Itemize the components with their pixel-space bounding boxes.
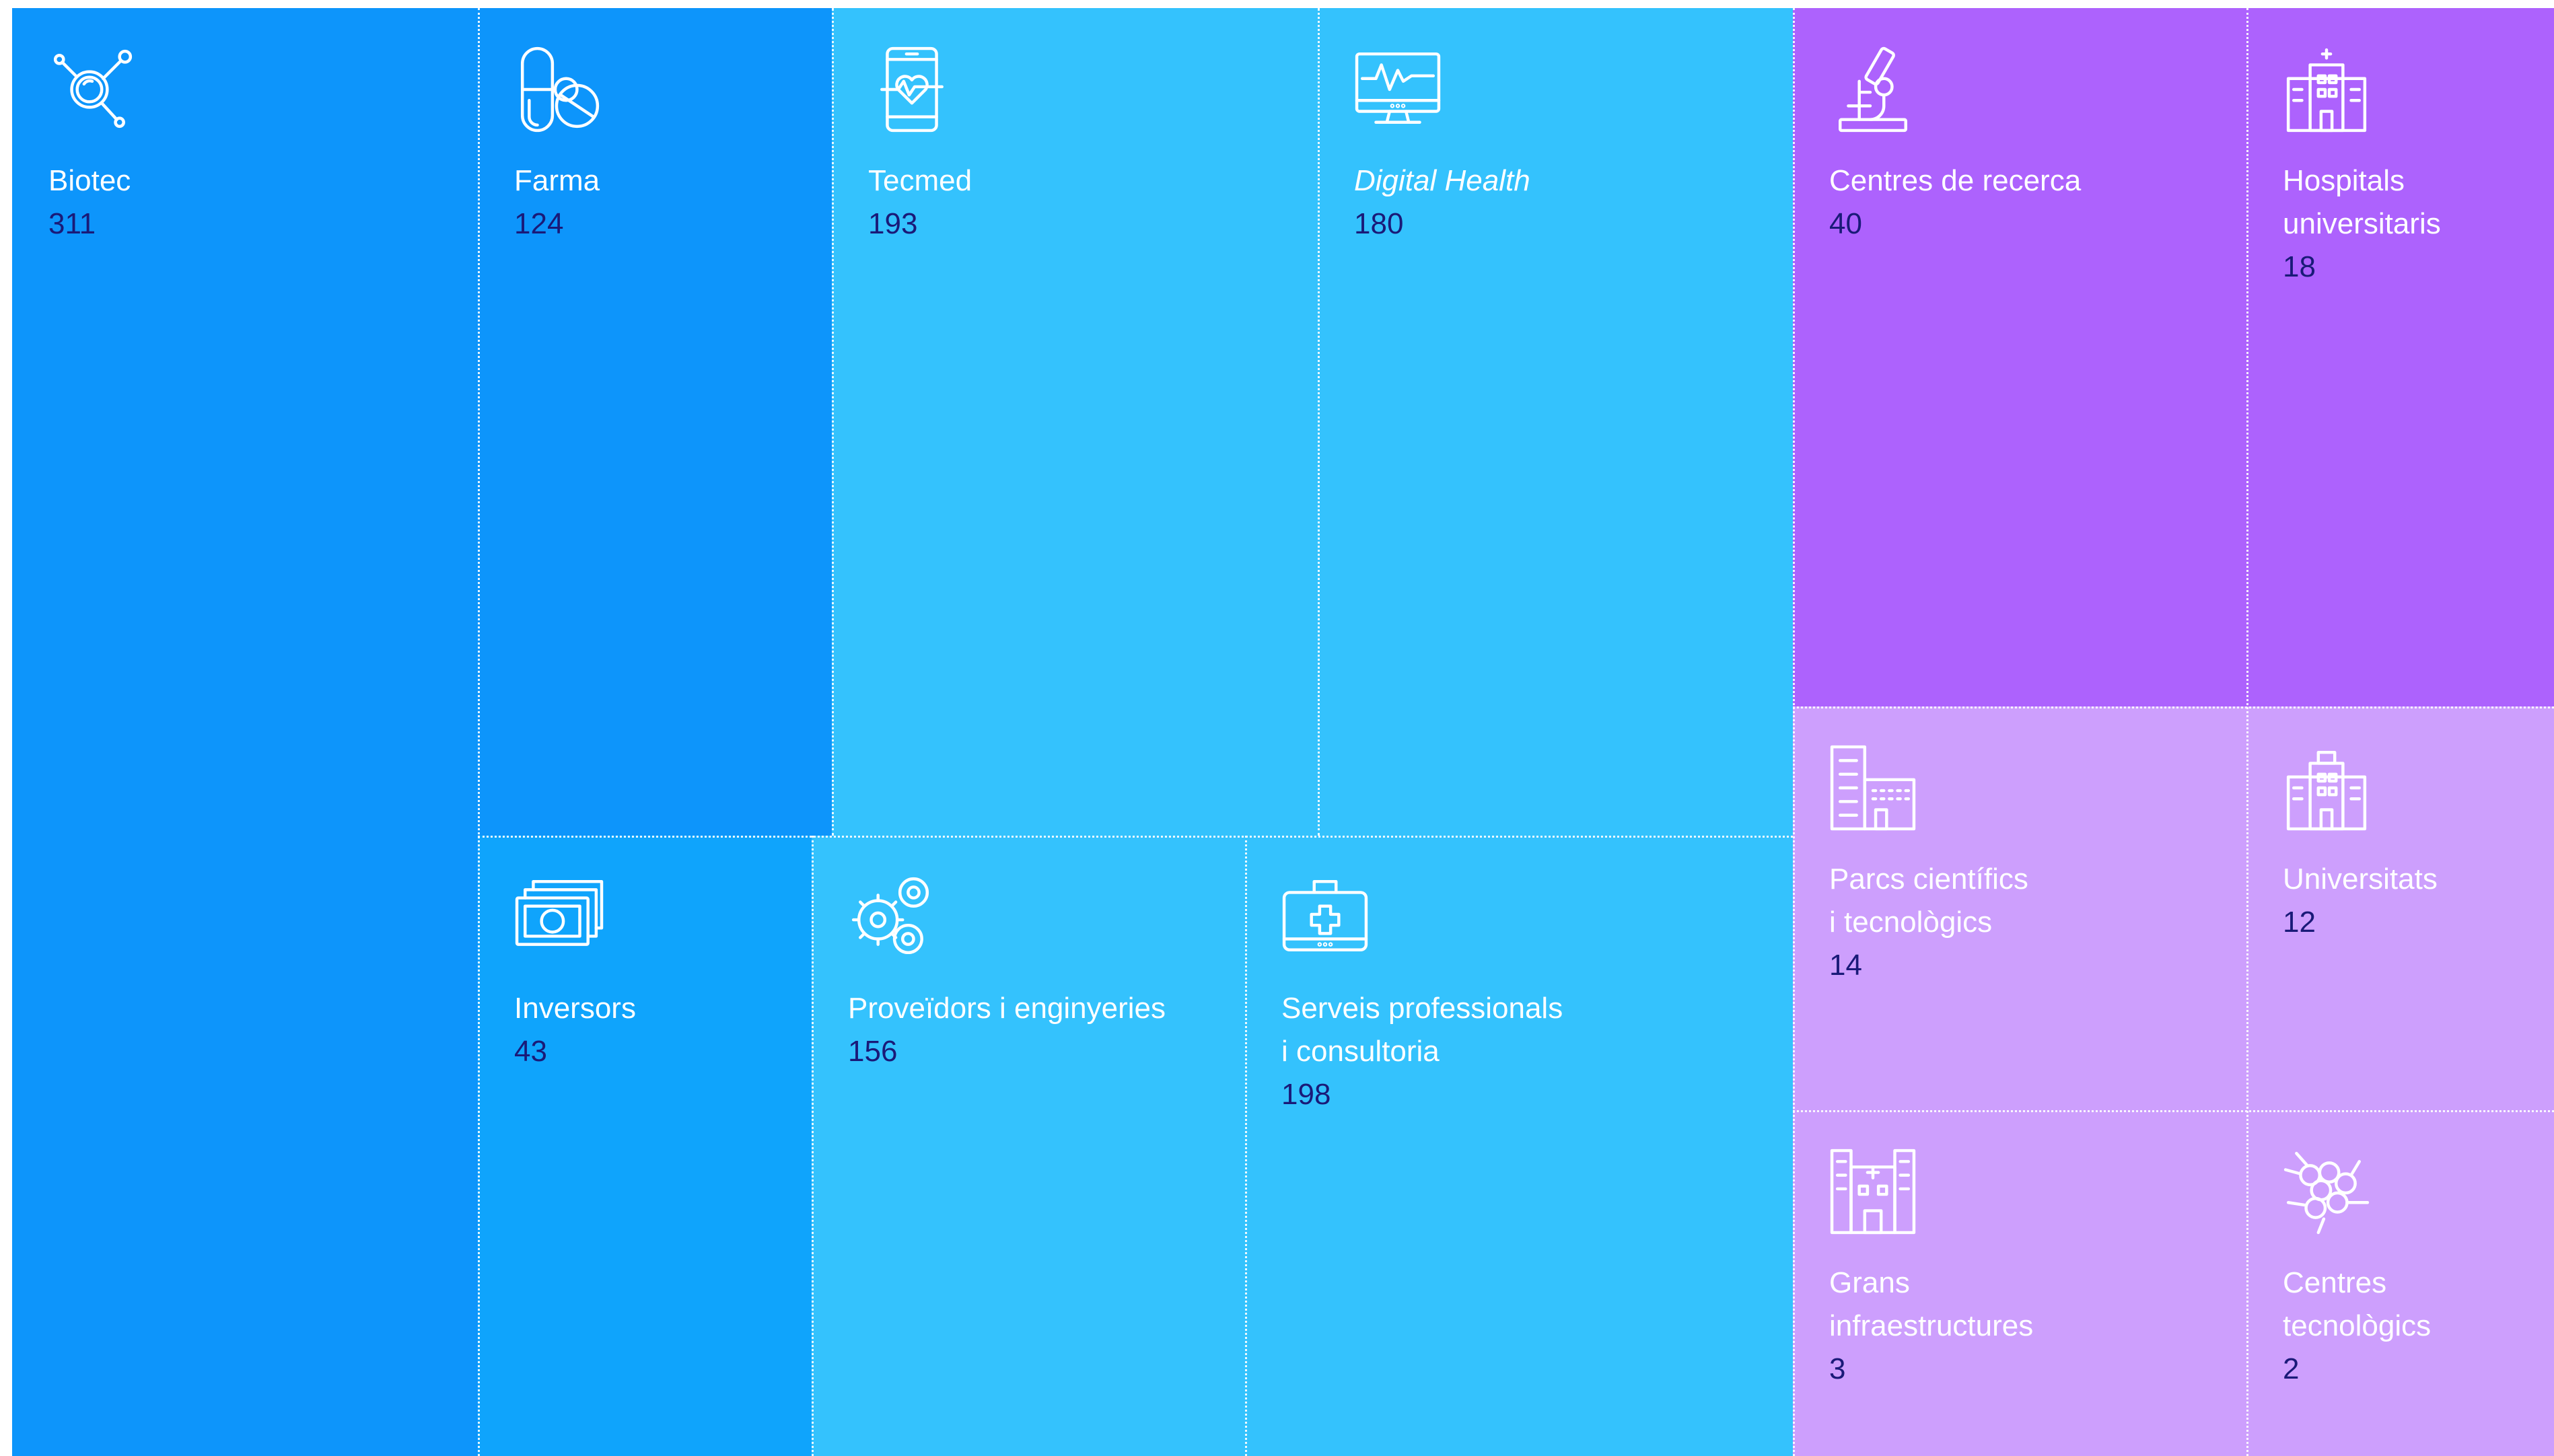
tile-value: 18 (2283, 250, 2316, 283)
treemap-tile-parcs-cientifics-i-tecnologics: Parcs científics i tecnològics 14 (1793, 706, 2246, 1110)
tile-value: 43 (514, 1035, 547, 1068)
network-cluster-icon (2283, 1148, 2370, 1235)
tile-name: Hospitals universitaris (2283, 164, 2441, 240)
tile-name: Tecmed (868, 164, 972, 197)
tile-divider (2246, 8, 2248, 1456)
tile-label: Universitats 12 (2283, 858, 2541, 944)
tile-name: Universitats (2283, 863, 2438, 896)
tile-name: Inversors (514, 992, 636, 1025)
tile-value: 14 (1829, 949, 1862, 982)
tile-value: 40 (1829, 207, 1862, 240)
tile-label: Parcs científics i tecnològics 14 (1829, 858, 2233, 987)
tile-label: Serveis professionals i consultoria 198 (1281, 987, 1779, 1116)
office-buildings-icon (1829, 744, 1917, 832)
tile-label: Grans infraestructures 3 (1829, 1262, 2233, 1391)
tile-label: Hospitals universitaris 18 (2283, 159, 2541, 289)
tile-divider (478, 8, 480, 1456)
treemap-tile-grans-infraestructures: Grans infraestructures 3 (1793, 1110, 2246, 1456)
tile-divider (1318, 8, 1320, 836)
hospital-icon (2283, 46, 2370, 133)
treemap-tile-centres-de-recerca: Centres de recerca 40 (1793, 8, 2246, 706)
tile-label: Farma 124 (514, 159, 818, 246)
tile-name: Farma (514, 164, 600, 197)
money-icon (514, 873, 604, 961)
large-facility-icon (1829, 1148, 1917, 1235)
tile-value: 2 (2283, 1352, 2300, 1385)
tile-divider (832, 8, 834, 836)
tile-name: Serveis professionals i consultoria (1281, 992, 1563, 1068)
tile-label: Proveïdors i enginyeries 156 (848, 987, 1232, 1073)
first-aid-kit-icon (1281, 873, 1369, 961)
tile-divider (1793, 1110, 2554, 1112)
pills-icon (514, 46, 602, 133)
tile-name: Centres tecnològics (2283, 1266, 2432, 1342)
monitor-pulse-icon (1354, 46, 1442, 133)
tile-value: 3 (1829, 1352, 1846, 1385)
tile-label: Tecmed 193 (868, 159, 1304, 246)
tile-value: 12 (2283, 906, 2316, 939)
tile-value: 198 (1281, 1078, 1331, 1111)
treemap-tile-centres-tecnologics: Centres tecnològics 2 (2246, 1110, 2554, 1456)
tile-label: Inversors 43 (514, 987, 798, 1073)
tile-name: Digital Health (1354, 164, 1530, 197)
treemap-tile-universitats: Universitats 12 (2246, 706, 2554, 1110)
gears-icon (848, 873, 935, 961)
tile-name: Proveïdors i enginyeries (848, 992, 1166, 1025)
tile-value: 311 (48, 207, 96, 240)
university-building-icon (2283, 744, 2370, 832)
tile-label: Centres tecnològics 2 (2283, 1262, 2541, 1391)
tile-label: Centres de recerca 40 (1829, 159, 2233, 246)
tile-value: 124 (514, 207, 564, 240)
tile-divider (812, 836, 814, 1456)
treemap-tile-hospitals-universitaris: Hospitals universitaris 18 (2246, 8, 2554, 706)
tile-name: Biotec (48, 164, 131, 197)
treemap-chart: Biotec 311 Farma 124 Inversors 43 Tecmed 193 Dig… (0, 0, 2554, 1456)
tile-divider (1793, 706, 2554, 708)
smartphone-heart-icon (868, 46, 956, 133)
treemap-tile-digital-health: Digital Health 180 (1318, 8, 1793, 836)
tile-divider (1793, 8, 1795, 1456)
tile-name: Grans infraestructures (1829, 1266, 2034, 1342)
tile-name: Parcs científics i tecnològics (1829, 863, 2028, 939)
treemap-tile-farma: Farma 124 (478, 8, 832, 836)
tile-value: 193 (868, 207, 918, 240)
tile-value: 156 (848, 1035, 898, 1068)
microscope-icon (1829, 46, 1917, 133)
tile-value: 180 (1354, 207, 1404, 240)
treemap-tile-inversors: Inversors 43 (478, 836, 812, 1456)
tile-name: Centres de recerca (1829, 164, 2082, 197)
treemap-tile-proveidors-i-enginyeries: Proveïdors i enginyeries 156 (812, 836, 1245, 1456)
treemap-tile-tecmed: Tecmed 193 (832, 8, 1318, 836)
tile-divider (1245, 836, 1247, 1456)
molecule-icon (48, 46, 136, 133)
treemap-tile-serveis-professionals-i-consultoria: Serveis professionals i consultoria 198 (1245, 836, 1793, 1456)
tile-divider (478, 836, 1793, 838)
treemap-tile-biotec: Biotec 311 (12, 8, 478, 1456)
tile-label: Biotec 311 (48, 159, 464, 246)
tile-label: Digital Health 180 (1354, 159, 1779, 246)
